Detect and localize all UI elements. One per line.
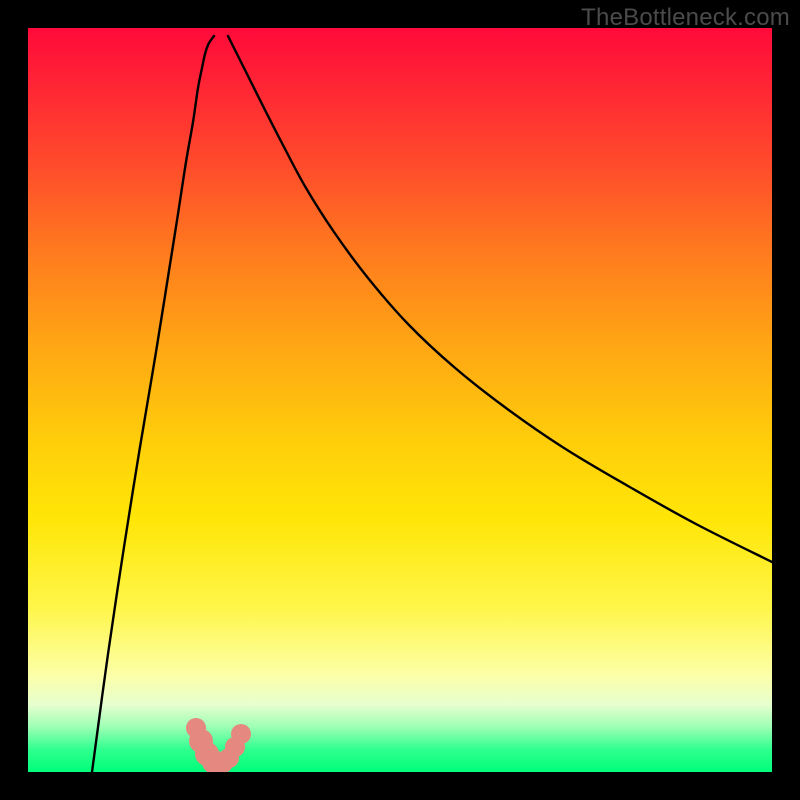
chart-frame: TheBottleneck.com <box>0 0 800 800</box>
marker-cluster-right-3 <box>231 724 251 744</box>
curves-layer <box>28 28 772 772</box>
watermark-text: TheBottleneck.com <box>581 4 790 32</box>
curve-right-branch <box>228 36 772 562</box>
curve-left-branch <box>92 36 214 772</box>
plot-area <box>28 28 772 772</box>
